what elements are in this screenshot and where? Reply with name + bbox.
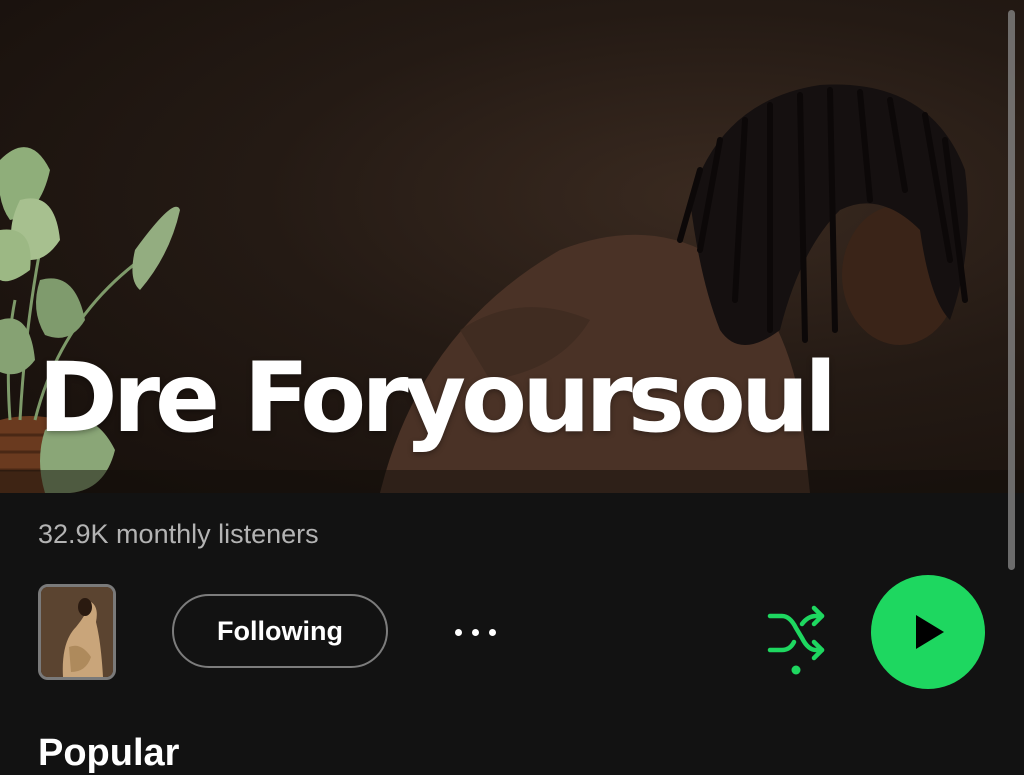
artist-name: Dre Foryoursoul: [38, 342, 837, 454]
play-button[interactable]: [871, 575, 985, 689]
shuffle-icon[interactable]: [764, 602, 828, 678]
scrollbar[interactable]: [1008, 10, 1015, 570]
shuffle-glyph: [767, 605, 825, 675]
album-art-image: [41, 587, 113, 677]
artist-pick-thumbnail[interactable]: [38, 584, 116, 680]
following-button[interactable]: Following: [172, 594, 388, 668]
section-heading-popular: Popular: [38, 732, 180, 774]
dot: [454, 628, 462, 636]
dot: [488, 628, 496, 636]
play-icon: [916, 615, 944, 649]
dot: [471, 628, 479, 636]
more-options-icon[interactable]: [445, 612, 505, 652]
monthly-listeners: 32.9K monthly listeners: [38, 519, 319, 549]
artist-header-image: Dre Foryoursoul: [0, 0, 1024, 493]
